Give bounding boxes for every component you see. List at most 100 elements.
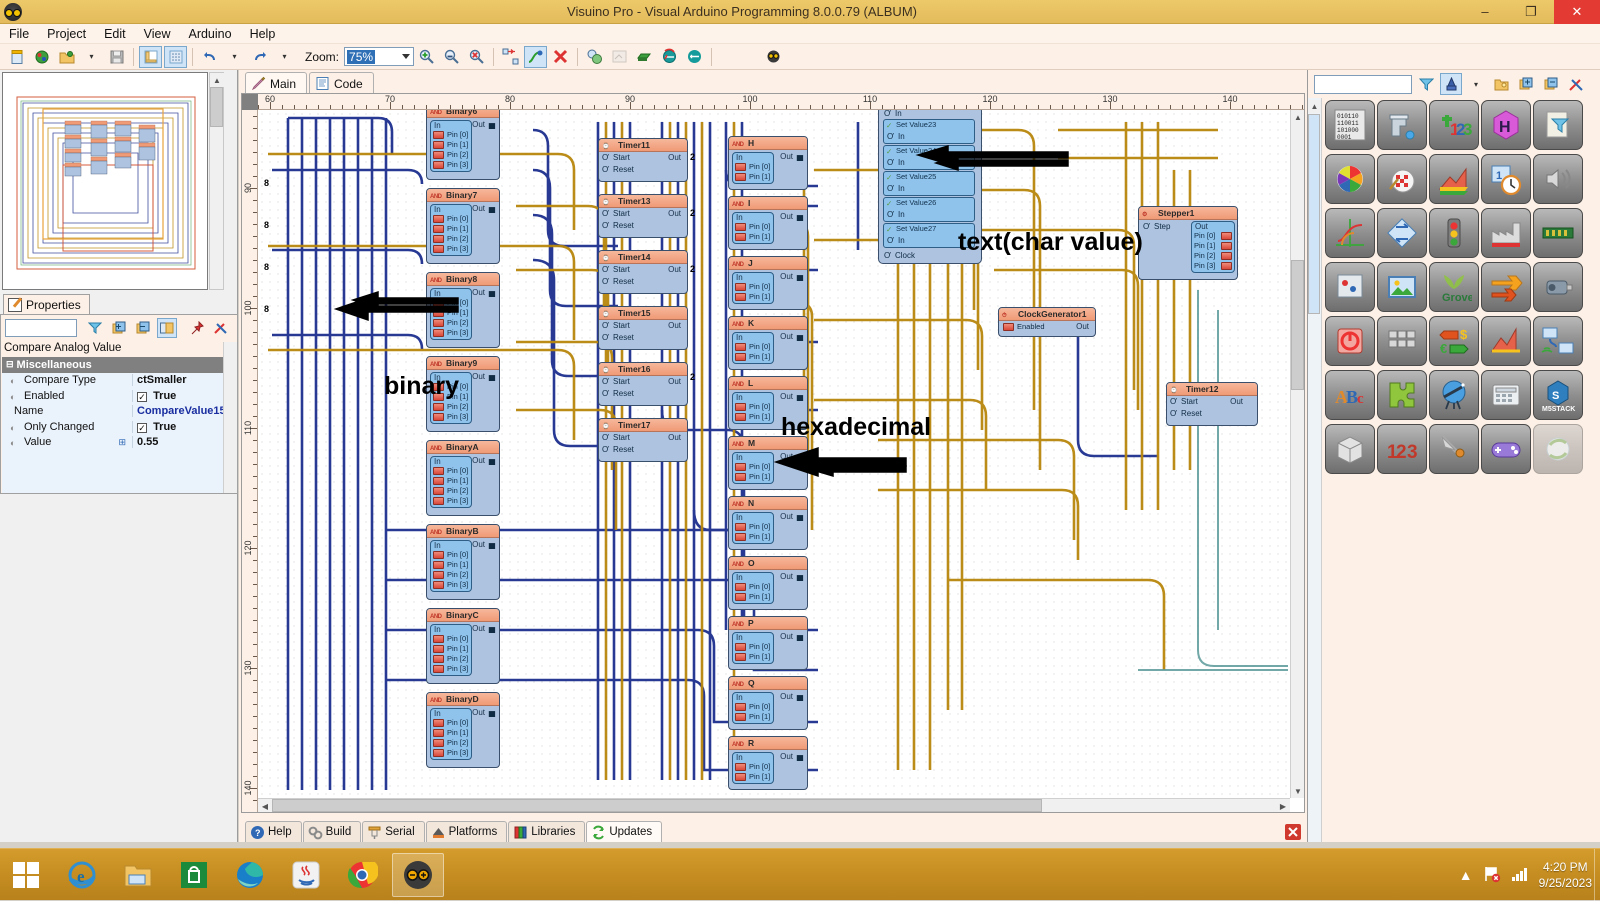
toolbox-scroll-column[interactable]: ▲ xyxy=(1308,98,1322,842)
reset-pin[interactable]: Reset xyxy=(601,445,634,455)
tab-libraries[interactable]: Libraries xyxy=(508,821,585,842)
wizard-icon[interactable] xyxy=(1440,73,1462,95)
pin-row[interactable]: Pin [0] xyxy=(733,702,773,712)
pin-row[interactable]: Pin [1] xyxy=(733,172,773,182)
diagram-canvas[interactable]: ANDBinary6 In Pin [0] Pin [1] Pin [2] Pi… xyxy=(258,110,1290,798)
scroll-left-arrow[interactable]: ◀ xyxy=(258,799,272,813)
windows-start-button[interactable] xyxy=(0,849,52,901)
graph-category-icon[interactable] xyxy=(1481,316,1531,366)
tab-code[interactable]: Code xyxy=(309,72,374,94)
add-component-icon[interactable] xyxy=(1515,73,1537,95)
enabled-checkbox[interactable]: ✓ xyxy=(137,392,147,402)
pin-row[interactable]: Pin [0] xyxy=(431,466,471,476)
reset-pin[interactable]: Reset xyxy=(601,165,634,175)
start-pin[interactable]: Start xyxy=(601,153,630,163)
traffic-light-category-icon[interactable] xyxy=(1429,208,1479,258)
file-explorer-taskbar-icon[interactable] xyxy=(112,853,164,897)
pin-row[interactable]: Pin [1] xyxy=(733,772,773,782)
open-project-icon[interactable] xyxy=(55,46,78,68)
binary-category-icon[interactable]: 0101101100111010000001 xyxy=(1325,100,1375,150)
tab-platforms[interactable]: Platforms xyxy=(426,821,508,842)
image-category-icon[interactable] xyxy=(1377,262,1427,312)
show-hidden-icons-icon[interactable]: ▲ xyxy=(1459,867,1473,883)
m5stack-category-icon[interactable]: SM5STACK xyxy=(1533,370,1583,420)
google-chrome-taskbar-icon[interactable] xyxy=(336,853,388,897)
preview-code-icon[interactable] xyxy=(608,46,631,68)
hexagon-h-category-icon[interactable]: H xyxy=(1481,100,1531,150)
error-indicator[interactable] xyxy=(1285,824,1301,840)
pin-row[interactable]: Pin [3] xyxy=(431,244,471,254)
pin-row[interactable]: Pin [0] xyxy=(431,718,471,728)
set-value-26[interactable]: ✓ Set Value26 In xyxy=(883,197,975,222)
in-pin[interactable]: In xyxy=(886,132,905,142)
pin-row[interactable]: Pin [0] xyxy=(733,402,773,412)
scroll-right-arrow[interactable]: ▶ xyxy=(1276,799,1290,813)
numbers-category-icon[interactable]: 123 xyxy=(1377,424,1427,474)
pin-row[interactable]: Pin [3] xyxy=(431,664,471,674)
zoom-out-icon[interactable] xyxy=(465,46,488,68)
component-binary7[interactable]: ANDBinary7 In Pin [0] Pin [1] Pin [2] Pi… xyxy=(426,188,500,264)
signal-category-icon[interactable] xyxy=(1481,262,1531,312)
toolbox-options-icon[interactable] xyxy=(1565,73,1587,95)
open-dropdown-icon[interactable]: ▾ xyxy=(80,46,103,68)
microsoft-store-taskbar-icon[interactable] xyxy=(168,853,220,897)
box-category-icon[interactable] xyxy=(1325,424,1375,474)
network-category-icon[interactable] xyxy=(1533,316,1583,366)
menu-arduino[interactable]: Arduino xyxy=(179,25,240,43)
clock-pin[interactable]: Clock xyxy=(883,251,915,261)
tab-properties[interactable]: Properties xyxy=(3,294,90,314)
in-pin[interactable]: In xyxy=(886,210,905,220)
pin-row[interactable]: Pin [0] xyxy=(733,462,773,472)
about-icon[interactable] xyxy=(762,46,785,68)
component-letter-r[interactable]: ANDR In Pin [0] Pin [1] Out ▅ xyxy=(728,736,808,790)
property-value[interactable]: ctSmaller xyxy=(132,374,236,386)
visuino-taskbar-icon[interactable] xyxy=(392,853,444,897)
toggle-grid-icon[interactable] xyxy=(164,46,187,68)
overview-scroll-thumb[interactable] xyxy=(210,87,223,127)
pin-row[interactable]: Pin [0] xyxy=(733,342,773,352)
power-category-icon[interactable] xyxy=(1325,316,1375,366)
pin-row[interactable]: Pin [0] xyxy=(733,222,773,232)
start-pin[interactable]: Start xyxy=(601,209,630,219)
pin-row[interactable]: Pin [3] xyxy=(431,496,471,506)
component-clockgenerator1[interactable]: ⏱ClockGenerator1 Enabled Out xyxy=(998,307,1096,337)
arrange-components-icon[interactable] xyxy=(499,46,522,68)
reset-pin[interactable]: Reset xyxy=(601,389,634,399)
pin-row[interactable]: Pin [1] xyxy=(431,140,471,150)
overview-scroll-up-arrow[interactable]: ▲ xyxy=(210,73,224,87)
pin-row[interactable]: Pin [0] xyxy=(733,522,773,532)
pin-row[interactable]: Pin [3] xyxy=(431,412,471,422)
property-row-value[interactable]: ◐ Value ⊞ 0.55 xyxy=(2,435,236,451)
canvas-scroll-thumb-v[interactable] xyxy=(1291,260,1304,390)
canvas-vertical-scrollbar[interactable]: ▲ ▼ xyxy=(1290,110,1304,798)
tab-main[interactable]: Main xyxy=(245,72,307,94)
pin-row[interactable]: Pin [0] xyxy=(733,642,773,652)
canvas-horizontal-scrollbar[interactable]: ◀ ▶ xyxy=(258,798,1290,812)
pin-row[interactable]: Pin [0] xyxy=(431,214,471,224)
project-overview-thumbnail[interactable] xyxy=(2,72,208,290)
integer-category-icon[interactable]: 123 xyxy=(1429,100,1479,150)
pin-row[interactable]: Pin [1] xyxy=(1192,241,1234,251)
set-value-23[interactable]: ✓ Set Value23 In xyxy=(883,119,975,144)
pin-row[interactable]: Pin [0] xyxy=(431,634,471,644)
enabled-pin[interactable]: Enabled xyxy=(1001,322,1045,332)
upload-icon[interactable] xyxy=(633,46,656,68)
expand-collapse-icon[interactable]: ⊟ xyxy=(6,359,14,370)
pin-row[interactable]: Pin [2] xyxy=(431,654,471,664)
minimize-button[interactable]: – xyxy=(1462,0,1508,24)
in-pin[interactable]: In xyxy=(883,110,902,119)
arduino-sync-icon[interactable] xyxy=(658,46,681,68)
component-letter-n[interactable]: ANDN In Pin [0] Pin [1] Out ▅ xyxy=(728,496,808,550)
menu-edit[interactable]: Edit xyxy=(95,25,135,43)
menu-file[interactable]: File xyxy=(0,25,38,43)
menu-view[interactable]: View xyxy=(135,25,180,43)
properties-search-input[interactable] xyxy=(5,319,77,337)
toolbox-search-input[interactable] xyxy=(1314,75,1412,94)
pin-row[interactable]: Pin [2] xyxy=(431,402,471,412)
collapse-all-icon[interactable] xyxy=(133,318,153,338)
convert-category-icon[interactable] xyxy=(1377,208,1427,258)
pin-row[interactable]: Pin [3] xyxy=(431,580,471,590)
clock-category-icon[interactable]: 1 xyxy=(1481,154,1531,204)
pin-row[interactable]: Pin [1] xyxy=(733,292,773,302)
pin-row[interactable]: Pin [1] xyxy=(431,728,471,738)
